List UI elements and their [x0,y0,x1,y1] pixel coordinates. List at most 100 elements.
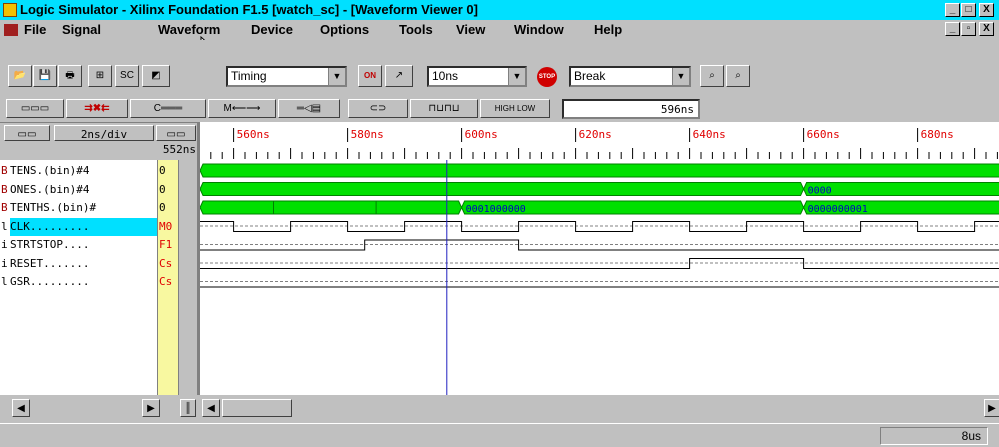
signal-type: i [1,256,8,270]
bus-value-label: 0001000000 [466,204,526,215]
print-icon[interactable]: 🖶 [58,65,82,87]
wave-scroll-thumb[interactable] [222,399,292,417]
signal-name[interactable]: GSR......... [10,273,157,291]
child-close-button[interactable]: X [979,22,994,36]
wave-scroll-right-icon[interactable]: ▶ [984,399,999,417]
break-select-value: Break [574,69,606,83]
bus-segment [200,163,999,178]
stop-label: STOP [538,74,556,80]
minimize-button[interactable]: _ [945,3,960,17]
step-time-select[interactable]: 10ns ▼ [427,66,527,87]
waveform-canvas: 0000 0001000000 0000000001 [200,160,999,395]
signal-marker[interactable]: 0 [159,181,179,199]
hierarchy-icon[interactable]: ⊞ [88,65,112,87]
menu-device[interactable]: Device [251,22,293,37]
ruler-tick-label: 580ns [351,128,384,141]
signal-type: B [1,164,8,177]
signal-marker[interactable]: 0 [159,162,179,180]
cursor-time-label: 552ns [162,143,196,156]
time-ruler[interactable]: 560ns580ns600ns620ns640ns660ns680ns700ns… [200,122,999,160]
maximize-button[interactable]: □ [961,3,976,17]
child-minimize-button[interactable]: _ [945,22,960,36]
signal-type: B [1,182,8,196]
bus-button[interactable]: C═══ [130,99,206,118]
sc-probe-button[interactable]: SC [115,65,139,87]
split-handle[interactable]: ║ [180,399,196,417]
ruler-tick-label: 660ns [807,128,840,141]
chevron-down-icon[interactable]: ▼ [508,68,525,85]
signal-marker[interactable]: Cs [159,255,179,273]
menu-file[interactable]: File [24,22,46,37]
wave-scroll-left-icon[interactable]: ◀ [202,399,220,417]
menu-options[interactable]: Options [320,22,369,37]
zoom-in-button[interactable]: ▭▭ [4,125,50,141]
signal-marker[interactable]: 0 [159,199,179,217]
status-time: 8us [880,427,988,445]
ruler-canvas: 560ns580ns600ns620ns640ns660ns680ns700ns… [210,128,998,159]
menu-window[interactable]: Window [514,22,564,37]
mode-select-value: Timing [231,69,267,83]
power-on-button[interactable]: ON [358,65,382,87]
measure-button[interactable]: M⟵⟶ [208,99,276,118]
child-window-icon[interactable] [4,24,18,36]
bus-value-label: 0000 [808,186,832,197]
time-display-field[interactable]: 596ns [562,99,700,119]
ruler-tick-label: 620ns [579,128,612,141]
ruler-tick-label: 600ns [465,128,498,141]
close-button[interactable]: X [979,3,994,17]
delete-edge-button[interactable]: ⇉✖⇇ [66,99,128,118]
signal-name[interactable]: STRTSTOP.... [10,236,157,254]
find-next-icon[interactable]: ⌕ [726,65,750,87]
break-select[interactable]: Break ▼ [569,66,691,87]
save-disk-icon[interactable]: 💾 [33,65,57,87]
bus-value-label: 0000000001 [808,204,868,215]
menu-view[interactable]: View [456,22,485,37]
capsule-button[interactable]: ⊂⊃ [348,99,408,118]
signal-type: i [1,238,8,251]
scroll-left-icon[interactable]: ◀ [12,399,30,417]
signal-name[interactable]: TENS.(bin)#4 [10,162,157,180]
low-label: LOW [517,104,536,113]
timebar-left: ▭▭ 2ns/div ▭▭ 552ns [0,122,200,160]
scale-button[interactable]: 2ns/div [54,125,154,141]
name-scrollbar[interactable]: ◀ ▶ ║ [0,395,200,423]
signal-trace [200,258,999,269]
waveform-edit-icon[interactable]: ◩ [142,65,170,87]
ruler-tick-label: 640ns [693,128,726,141]
signal-name[interactable]: ONES.(bin)#4 [10,181,157,199]
menu-signal[interactable]: Signal [62,22,101,37]
stop-button[interactable]: STOP [537,67,557,87]
signal-name[interactable]: CLK......... [10,217,157,236]
signal-name[interactable]: RESET....... [10,255,157,273]
step-icon[interactable]: ↗ [385,65,413,87]
sc-probe-label: SC [120,70,134,81]
signal-marker[interactable]: Cs [159,273,179,291]
scroll-right-icon[interactable]: ▶ [142,399,160,417]
waveform-area[interactable]: 0000 0001000000 0000000001 [200,160,999,395]
bus-segment [803,182,999,196]
high-low-button[interactable]: HIGH LOW [480,99,550,118]
waveform-toolbar: ▭▭▭ ⇉✖⇇ C═══ M⟵⟶ ═◁▤ ⊂⊃ ⊓⊔⊓⊔ HIGH LOW 59… [0,97,999,121]
ruler-tick-label: 560ns [237,128,270,141]
menu-waveform[interactable]: Waveform [158,22,220,37]
mode-select[interactable]: Timing ▼ [226,66,347,87]
title-bar: Logic Simulator - Xilinx Foundation F1.5… [0,0,999,20]
find-icon[interactable]: ⌕ [700,65,724,87]
chevron-down-icon[interactable]: ▼ [328,68,345,85]
wave-scrollbar[interactable]: ◀ ▶ [200,395,999,423]
chevron-down-icon[interactable]: ▼ [672,68,689,85]
signal-marker[interactable]: F1 [159,236,179,254]
clock-pattern-button[interactable]: ⊓⊔⊓⊔ [410,99,478,118]
signal-marker[interactable]: M0 [159,218,179,236]
menu-tools[interactable]: Tools [399,22,433,37]
bus-segment [200,182,805,196]
ruler-button[interactable]: ▭▭▭ [6,99,64,118]
open-folder-icon[interactable]: 📂 [8,65,32,87]
app-icon[interactable] [3,3,17,17]
status-bar: 8us [0,423,999,447]
signal-name[interactable]: TENTHS.(bin)# [10,199,157,217]
menu-help[interactable]: Help [594,22,622,37]
list-button[interactable]: ═◁▤ [278,99,340,118]
child-restore-button[interactable]: ▫ [961,22,976,36]
zoom-out-button[interactable]: ▭▭ [156,125,196,141]
